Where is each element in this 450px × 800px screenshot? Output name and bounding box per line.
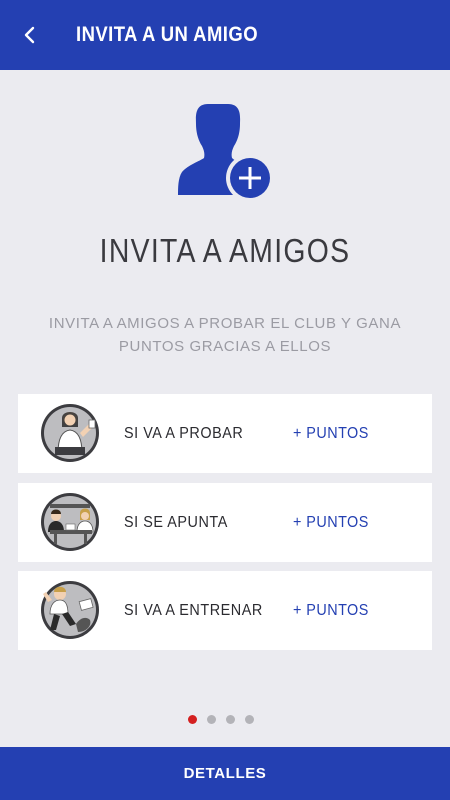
details-button[interactable]: DETALLES [0,747,450,800]
page-dot[interactable] [226,715,235,724]
woman-trying-avatar [41,404,99,462]
reward-card-train[interactable]: SI VA A ENTRENAR + PUNTOS [18,571,432,650]
add-user-icon [178,104,274,202]
card-points: + PUNTOS [293,601,369,619]
card-label: SI SE APUNTA [124,513,228,531]
app-header: INVITA A UN AMIGO [0,0,450,70]
card-points: + PUNTOS [293,424,369,442]
reward-card-signup[interactable]: SI SE APUNTA + PUNTOS [18,483,432,562]
chevron-left-icon [24,26,35,44]
card-label: SI VA A ENTRENAR [124,601,263,619]
signup-desk-avatar [41,493,99,551]
section-heading: INVITA A AMIGOS [99,232,351,269]
page-indicator [188,715,254,727]
page-dot-active[interactable] [188,715,197,724]
page-dot[interactable] [207,715,216,724]
back-button[interactable] [14,19,46,51]
training-avatar [41,581,99,639]
card-label: SI VA A PROBAR [124,424,244,442]
card-points: + PUNTOS [293,513,369,531]
page-title: INVITA A UN AMIGO [76,23,259,46]
reward-card-try[interactable]: SI VA A PROBAR + PUNTOS [18,394,432,473]
section-subtitle: INVITA A AMIGOS A PROBAR EL CLUB Y GANA … [48,315,402,355]
page-dot[interactable] [245,715,254,724]
